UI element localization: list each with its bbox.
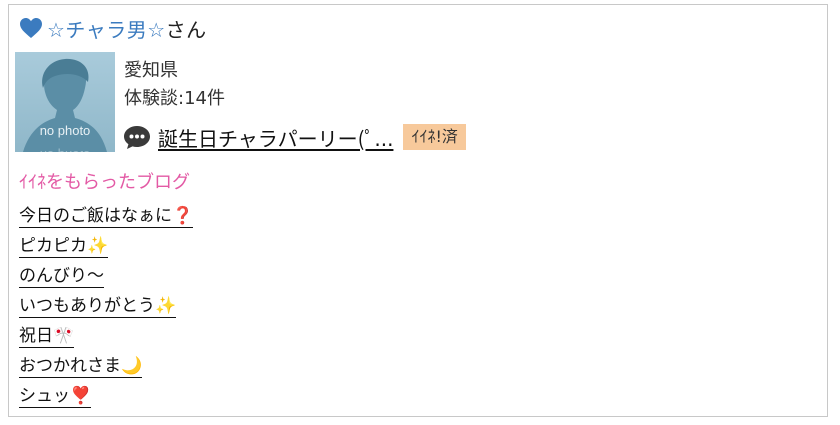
list-item: いつもありがとう✨ bbox=[19, 291, 193, 321]
list-item: シュッ❣️ bbox=[19, 381, 193, 411]
avatar-placeholder-reflection: no photo bbox=[40, 148, 91, 152]
blog-link[interactable]: シュッ❣️ bbox=[19, 386, 92, 408]
blog-link[interactable]: 今日のご飯はなぁに❓ bbox=[19, 206, 194, 228]
list-item: ピカピカ✨ bbox=[19, 231, 193, 261]
user-name-suffix: さん bbox=[165, 17, 207, 42]
blog-link[interactable]: いつもありがとう✨ bbox=[19, 296, 177, 318]
blog-link[interactable]: おつかれさま🌙 bbox=[19, 356, 143, 378]
iine-done-badge: ｲｲﾈ!済 bbox=[403, 124, 466, 150]
user-name[interactable]: ☆チャラ男☆さん bbox=[47, 14, 207, 43]
blog-link[interactable]: のんびり〜 bbox=[19, 266, 104, 288]
latest-post: 誕生日チャラパーリー(ﾟ... ｲｲﾈ!済 bbox=[123, 122, 466, 152]
user-name-text[interactable]: ☆チャラ男☆ bbox=[47, 18, 166, 42]
prefecture: 愛知県 bbox=[124, 60, 178, 81]
list-item: おつかれさま🌙 bbox=[19, 351, 193, 381]
list-item: 祝日🎌 bbox=[19, 321, 193, 351]
avatar[interactable]: no photo no photo bbox=[15, 52, 115, 152]
latest-post-link[interactable]: 誕生日チャラパーリー(ﾟ... bbox=[158, 123, 393, 152]
profile-info: 愛知県 体験談:14件 bbox=[124, 57, 225, 113]
user-card: ☆チャラ男☆さん no photo no photo 愛知県 体験談:14件 誕… bbox=[8, 4, 828, 417]
comment-icon bbox=[123, 124, 151, 150]
avatar-placeholder-text: no photo bbox=[40, 123, 91, 138]
heart-icon bbox=[19, 17, 43, 39]
liked-blogs-title: ｲｲﾈをもらったブログ bbox=[19, 172, 190, 193]
experience-count: 体験談:14件 bbox=[124, 88, 225, 109]
list-item: のんびり〜 bbox=[19, 261, 193, 291]
blog-link[interactable]: 祝日🎌 bbox=[19, 326, 75, 348]
user-header[interactable]: ☆チャラ男☆さん bbox=[19, 13, 207, 43]
list-item: 今日のご飯はなぁに❓ bbox=[19, 201, 194, 231]
liked-blogs-list: 今日のご飯はなぁに❓ ピカピカ✨ のんびり〜 いつもありがとう✨ 祝日🎌 おつか… bbox=[19, 201, 194, 411]
blog-link[interactable]: ピカピカ✨ bbox=[19, 236, 109, 258]
